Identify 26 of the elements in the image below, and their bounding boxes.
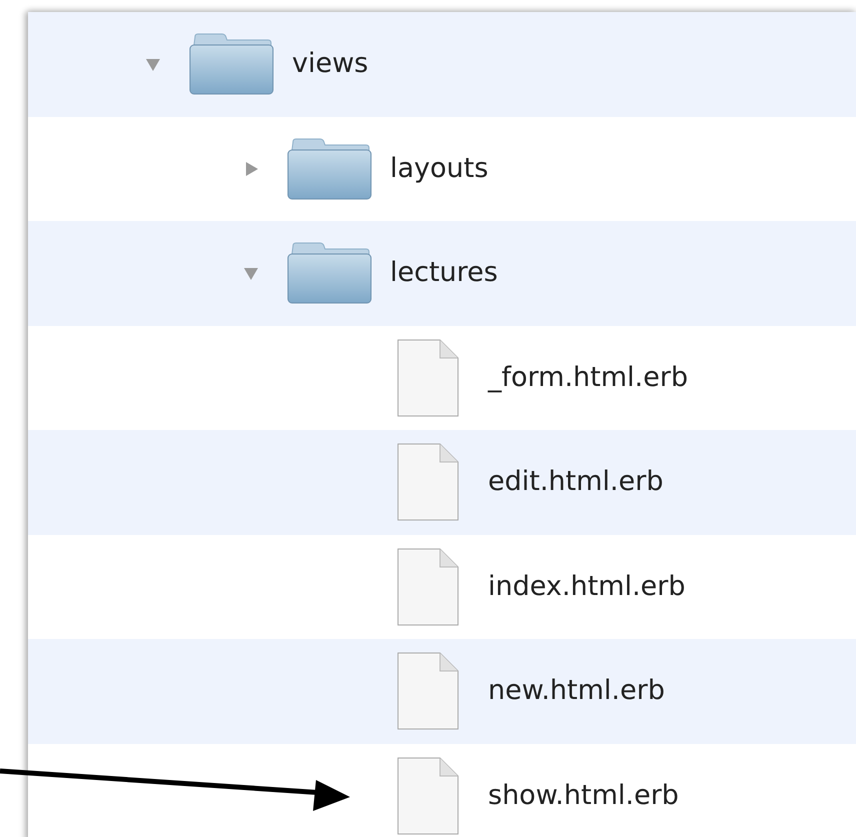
folder-name: lectures — [390, 256, 498, 290]
disclosure-triangle-icon[interactable] — [243, 265, 259, 282]
document-icon — [396, 652, 458, 730]
list-row[interactable]: views — [28, 12, 856, 116]
file-name: edit.html.erb — [488, 465, 664, 499]
folder-name: views — [292, 47, 368, 81]
folder-name: layouts — [390, 152, 488, 186]
list-row[interactable]: layouts — [28, 116, 856, 221]
list-row[interactable]: edit.html.erb — [28, 430, 856, 534]
file-name: show.html.erb — [488, 778, 679, 812]
file-name: _form.html.erb — [488, 360, 688, 394]
document-icon — [396, 443, 458, 522]
list-row[interactable]: index.html.erb — [28, 534, 856, 639]
list-row[interactable]: show.html.erb — [28, 744, 856, 837]
disclosure-triangle-icon[interactable] — [145, 56, 161, 72]
folder-icon — [287, 138, 372, 200]
list-row[interactable]: _form.html.erb — [28, 326, 856, 430]
folder-icon — [287, 242, 372, 304]
file-name: index.html.erb — [488, 570, 686, 604]
disclosure-triangle-icon[interactable] — [243, 160, 259, 177]
file-name: new.html.erb — [488, 674, 665, 708]
document-icon — [396, 548, 458, 626]
list-row[interactable]: lectures — [28, 221, 856, 326]
document-icon — [396, 338, 458, 417]
list-row[interactable]: new.html.erb — [28, 639, 856, 744]
folder-icon — [189, 33, 274, 96]
